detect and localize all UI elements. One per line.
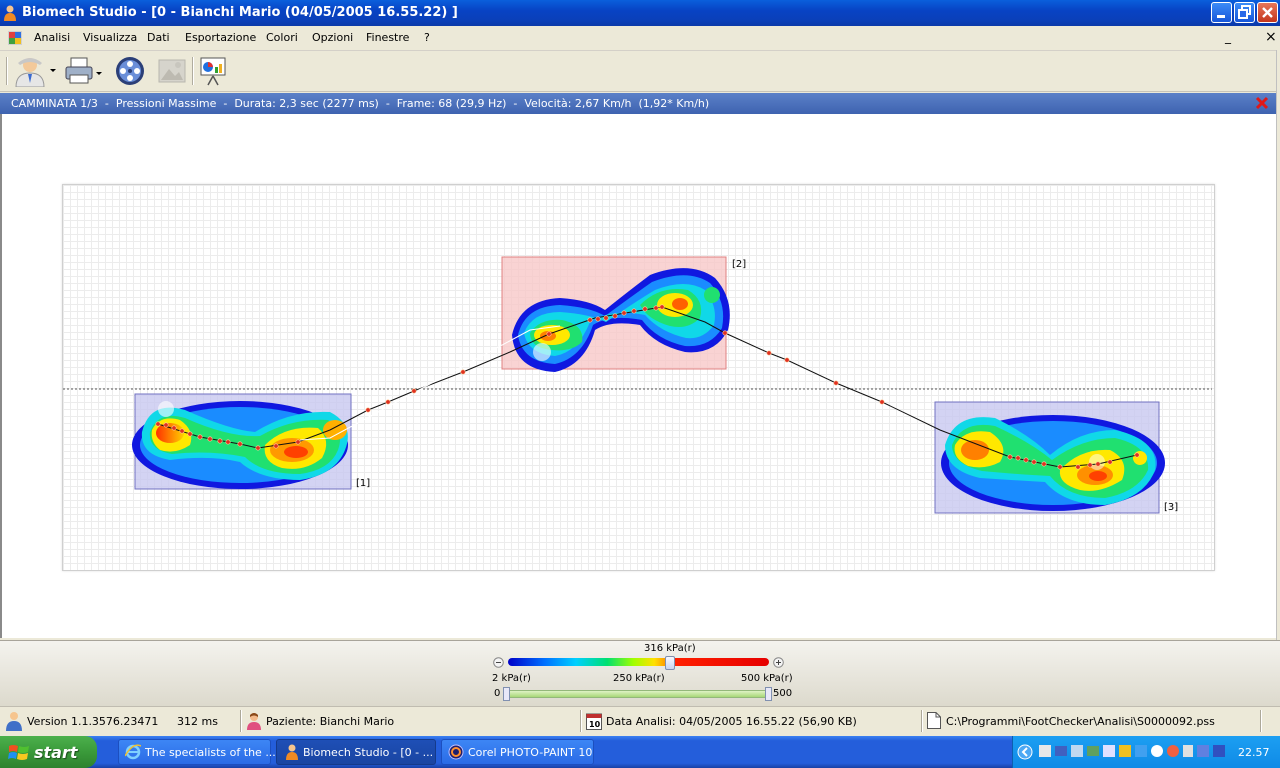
trajectory-point [217, 438, 223, 444]
status-divider [580, 710, 582, 732]
pressure-range-slider[interactable] [505, 690, 771, 698]
trajectory-point [653, 305, 659, 311]
start-button[interactable]: start [0, 736, 97, 768]
trajectory-point [187, 431, 193, 437]
status-divider [1260, 710, 1262, 732]
trajectory-point [879, 399, 885, 405]
trajectory-point [273, 443, 279, 449]
patient-icon [247, 713, 261, 730]
trajectory-point [659, 304, 665, 310]
trajectory-point [612, 313, 618, 319]
taskbar-button-biomech[interactable]: Biomech Studio - [0 - ... [276, 739, 436, 765]
clock: 22.57 [1238, 746, 1270, 759]
zoom-in-icon[interactable] [773, 657, 784, 668]
zoom-out-icon[interactable] [493, 657, 504, 668]
scale-mid-label: 250 kPa(r) [613, 673, 665, 684]
tray-expand-icon[interactable] [1017, 744, 1033, 760]
trajectory-point [766, 350, 772, 356]
status-divider [921, 710, 923, 732]
taskbar-button-browser[interactable]: The specialists of the ... [118, 739, 276, 765]
trajectory-point [163, 422, 169, 428]
trajectory-point [179, 428, 185, 434]
biomech-icon [286, 744, 298, 760]
pressure-slider-thumb[interactable] [665, 656, 675, 670]
current-pressure-value: 316 kPa(r) [644, 643, 696, 654]
taskbar-label: Biomech Studio - [0 - ... [303, 746, 434, 759]
trajectory-point [1095, 461, 1101, 467]
footprint-3-heatmap [941, 415, 1165, 511]
range-max-label: 500 [773, 688, 793, 699]
trajectory-point [595, 316, 601, 322]
render-time: 312 ms [177, 715, 218, 728]
status-divider [240, 710, 242, 732]
footprint-label-3: [3] [1164, 502, 1178, 513]
range-min-handle[interactable] [503, 687, 510, 701]
scale-max-label: 500 kPa(r) [741, 673, 793, 684]
trajectory-point [1031, 459, 1037, 465]
trajectory-point [631, 308, 637, 314]
corel-icon [448, 744, 464, 760]
range-max-handle[interactable] [765, 687, 772, 701]
trajectory-point [460, 369, 466, 375]
trajectory-point [225, 439, 231, 445]
trajectory-point [207, 436, 213, 442]
calendar-icon: 10 [586, 713, 602, 730]
trajectory-point [365, 407, 371, 413]
scale-min-label: 2 kPa(r) [492, 673, 531, 684]
trajectory-point [411, 388, 417, 394]
trajectory-point [155, 421, 161, 427]
trajectory-point [255, 445, 261, 451]
footprint-label-2: [2] [732, 259, 746, 270]
trajectory-point [1134, 452, 1140, 458]
pressure-color-bar[interactable] [508, 658, 769, 666]
trajectory-point [784, 357, 790, 363]
svg-text:10: 10 [589, 720, 601, 729]
trajectory-point [1107, 459, 1113, 465]
status-bar: Version 1.1.3576.23471 312 ms Paziente: … [0, 706, 1280, 735]
trajectory-point [385, 399, 391, 405]
footprint-plot: [1] [2] [3] [63, 256, 1212, 514]
taskbar-label: Corel PHOTO-PAINT 10 [468, 746, 593, 759]
trajectory-point [197, 434, 203, 440]
footprint-label-1: [1] [356, 478, 370, 489]
trajectory-point [1087, 462, 1093, 468]
trajectory-point [587, 317, 593, 323]
trajectory-point [546, 331, 552, 337]
version-person-icon [6, 712, 22, 731]
trajectory-point [1007, 454, 1013, 460]
windows-flag-icon [8, 745, 29, 760]
trajectory-point [1015, 455, 1021, 461]
internet-explorer-icon [125, 744, 141, 760]
trajectory-point [1075, 464, 1081, 470]
app-version: Version 1.1.3576.23471 [27, 715, 159, 728]
trajectory-point [1057, 464, 1063, 470]
taskbar-label: The specialists of the ... [145, 746, 276, 759]
trajectory-point [1041, 461, 1047, 467]
trajectory-point [1023, 457, 1029, 463]
trajectory-point [833, 380, 839, 386]
patient-name: Paziente: Bianchi Mario [266, 715, 395, 728]
analysis-date: Data Analisi: 04/05/2005 16.55.22 (56,90… [606, 715, 857, 728]
taskbar-button-corel[interactable]: Corel PHOTO-PAINT 10 [441, 739, 594, 765]
tray-icons[interactable] [1037, 743, 1237, 761]
trajectory-point [171, 425, 177, 431]
range-min-label: 0 [494, 688, 501, 699]
trajectory-point [722, 330, 728, 336]
trajectory-point [237, 441, 243, 447]
trajectory-point [621, 310, 627, 316]
trajectory-point [642, 306, 648, 312]
start-label: start [34, 743, 78, 762]
trajectory-point [295, 439, 301, 445]
trajectory-point [603, 315, 609, 321]
file-path: C:\Programmi\FootChecker\Analisi\S000009… [946, 715, 1215, 728]
document-icon [927, 712, 941, 729]
